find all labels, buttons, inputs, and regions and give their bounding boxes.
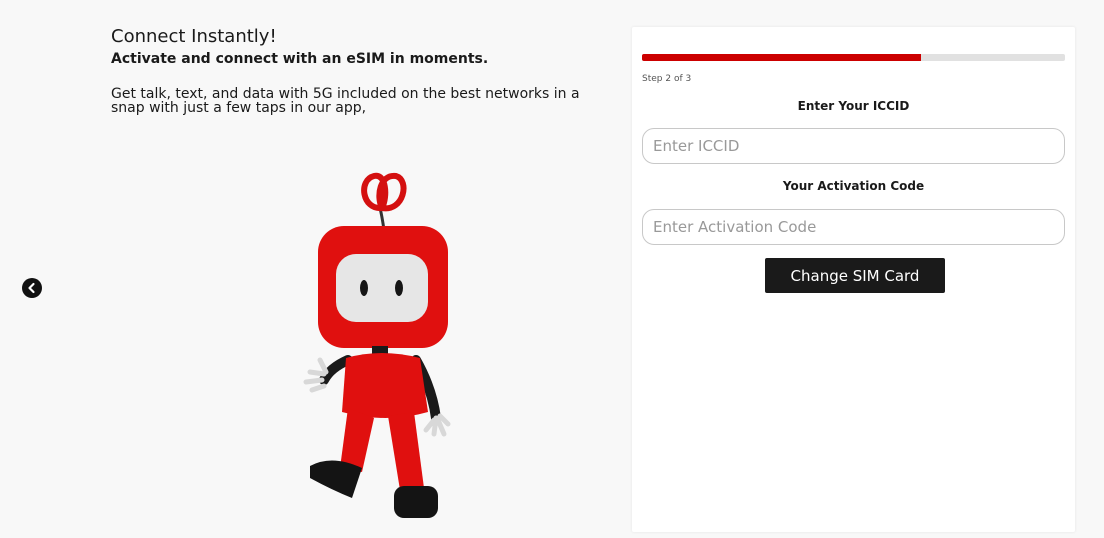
back-button[interactable] — [22, 278, 42, 298]
esim-activation-page: Connect Instantly! Activate and connect … — [0, 0, 1104, 538]
chevron-left-icon — [28, 282, 35, 294]
iccid-label: Enter Your ICCID — [797, 99, 910, 113]
iccid-input[interactable] — [642, 128, 1065, 164]
intro-section: Connect Instantly! Activate and connect … — [111, 26, 601, 115]
activation-form-card: Step 2 of 3 Enter Your ICCID Your Activa… — [632, 27, 1075, 532]
mascot-illustration — [303, 172, 451, 518]
step-indicator: Step 2 of 3 — [642, 74, 692, 84]
headline: Connect Instantly! — [111, 26, 277, 47]
change-sim-card-button[interactable]: Change SIM Card — [765, 258, 945, 293]
progress-bar — [642, 54, 1065, 61]
subheadline: Activate and connect with an eSIM in mom… — [111, 51, 489, 67]
progress-bar-fill — [642, 54, 922, 61]
activation-code-input[interactable] — [642, 209, 1065, 245]
activation-code-label: Your Activation Code — [782, 179, 925, 193]
intro-body-text: Get talk, text, and data with 5G include… — [111, 86, 580, 116]
